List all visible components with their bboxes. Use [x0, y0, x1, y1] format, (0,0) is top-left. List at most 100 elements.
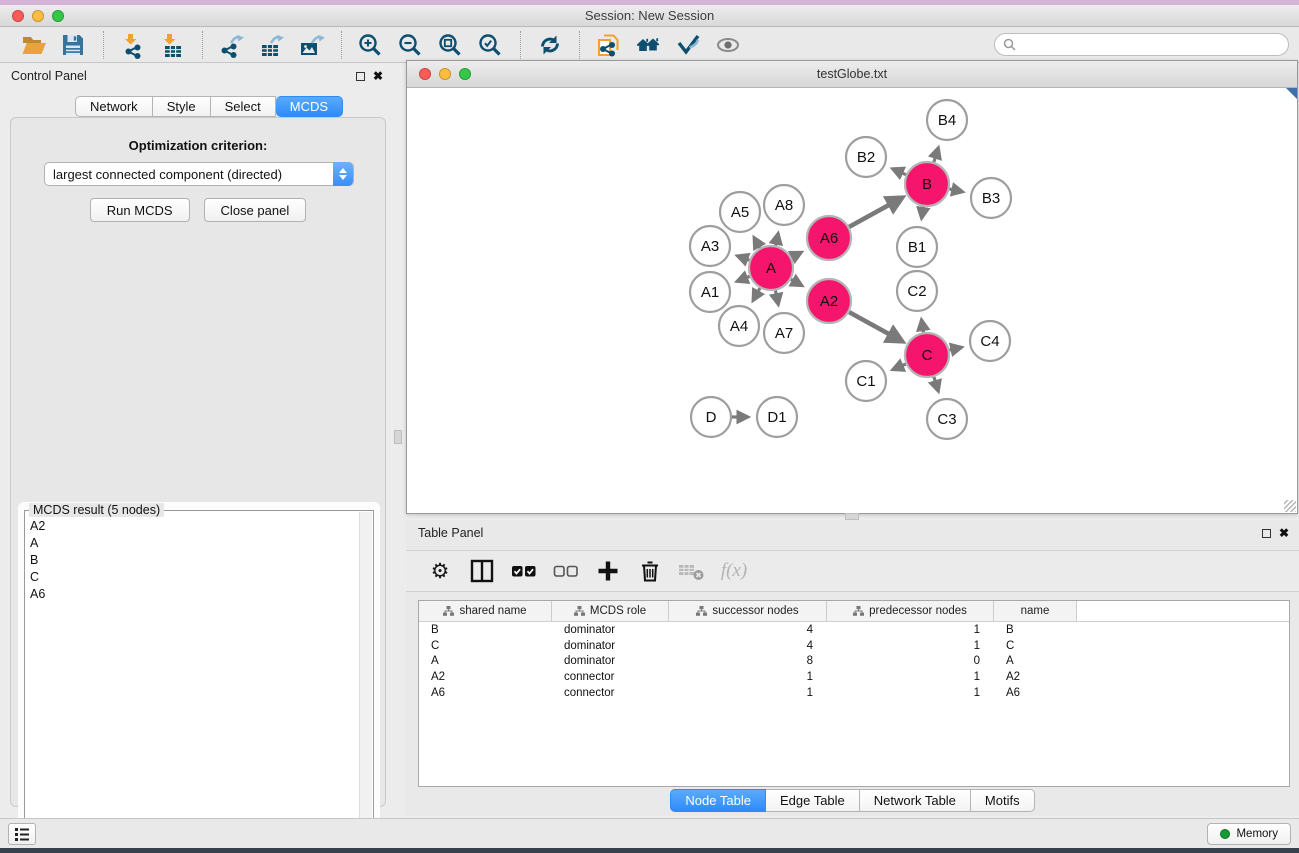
import-network-button[interactable] [113, 30, 153, 60]
close-table-panel-icon[interactable]: ✖ [1279, 528, 1289, 538]
column-header-successor-nodes[interactable]: successor nodes [669, 601, 827, 621]
edge-A-A3[interactable] [737, 256, 749, 260]
float-table-panel-icon[interactable] [1262, 529, 1271, 538]
node-B[interactable]: B [905, 162, 949, 206]
edge-A-A2[interactable] [791, 279, 802, 285]
node-A6[interactable]: A6 [807, 216, 851, 260]
node-A7[interactable]: A7 [764, 313, 804, 353]
node-B3[interactable]: B3 [971, 178, 1011, 218]
edge-C-C2[interactable] [921, 320, 923, 333]
open-session-button[interactable] [14, 30, 54, 60]
edge-A-A1[interactable] [737, 276, 750, 281]
first-neighbors-button[interactable] [629, 30, 669, 60]
create-column-button[interactable] [590, 555, 626, 587]
node-D1[interactable]: D1 [757, 397, 797, 437]
edge-A2-C[interactable] [849, 312, 902, 341]
column-header-predecessor-nodes[interactable]: predecessor nodes [827, 601, 994, 621]
node-A1[interactable]: A1 [690, 272, 730, 312]
edge-B-B3[interactable] [949, 189, 962, 192]
network-window-titlebar[interactable]: testGlobe.txt [407, 61, 1297, 88]
deselect-all-checkboxes-button[interactable] [548, 555, 584, 587]
horizontal-splitter-handle[interactable] [845, 513, 859, 520]
close-panel-icon[interactable]: ✖ [373, 71, 383, 81]
node-B4[interactable]: B4 [927, 100, 967, 140]
tab-network[interactable]: Network [75, 96, 153, 117]
edge-B-B4[interactable] [934, 148, 938, 162]
export-image-button[interactable] [292, 30, 332, 60]
edge-C-C4[interactable] [949, 347, 961, 350]
edge-A-A7[interactable] [776, 291, 779, 305]
window-resize-grip[interactable] [1284, 500, 1296, 512]
network-graph-canvas[interactable]: AA1A2A3A4A5A6A7A8BB1B2B3B4CC1C2C3C4DD1 [407, 88, 1297, 513]
edge-A-A5[interactable] [754, 237, 760, 248]
node-B2[interactable]: B2 [846, 137, 886, 177]
node-B1[interactable]: B1 [897, 227, 937, 267]
search-input[interactable] [1020, 36, 1288, 54]
node-C[interactable]: C [905, 333, 949, 377]
task-history-button[interactable] [8, 823, 36, 845]
memory-button[interactable]: Memory [1207, 823, 1291, 845]
node-A3[interactable]: A3 [690, 226, 730, 266]
birdseye-toggle-icon[interactable] [1286, 88, 1297, 99]
table-settings-button[interactable]: ⚙ [422, 555, 458, 587]
duplicate-network-button[interactable] [589, 30, 629, 60]
column-header-shared-name[interactable]: shared name [419, 601, 552, 621]
zoom-in-button[interactable] [351, 30, 391, 60]
column-header-name[interactable]: name [994, 601, 1077, 621]
edge-A6-B[interactable] [849, 198, 902, 227]
tab-node-table[interactable]: Node Table [670, 789, 766, 812]
vertical-splitter-handle[interactable] [394, 430, 402, 444]
edge-C-C3[interactable] [934, 377, 938, 391]
result-list-item[interactable]: A6 [26, 586, 359, 603]
node-A5[interactable]: A5 [720, 192, 760, 232]
result-list-item[interactable]: C [26, 569, 359, 586]
optimization-criterion-select[interactable]: largest connected component (directed) [44, 162, 354, 186]
show-all-button[interactable] [709, 30, 749, 60]
tab-style[interactable]: Style [153, 96, 211, 117]
save-session-button[interactable] [54, 30, 94, 60]
tab-select[interactable]: Select [211, 96, 276, 117]
delete-columns-button[interactable] [632, 555, 668, 587]
tab-network-table[interactable]: Network Table [860, 789, 971, 812]
node-C1[interactable]: C1 [846, 361, 886, 401]
hide-selected-button[interactable] [669, 30, 709, 60]
edge-C-C1[interactable] [893, 364, 906, 370]
select-all-checkboxes-button[interactable] [506, 555, 542, 587]
edge-A-A8[interactable] [776, 233, 778, 245]
export-table-button[interactable] [252, 30, 292, 60]
zoom-fit-button[interactable] [431, 30, 471, 60]
result-list-item[interactable]: B [26, 552, 359, 569]
node-A[interactable]: A [749, 246, 793, 290]
table-row[interactable]: A6connector11A6 [419, 685, 1289, 701]
table-row[interactable]: A2connector11A2 [419, 669, 1289, 685]
float-panel-icon[interactable] [356, 72, 365, 81]
edge-B-B1[interactable] [922, 207, 924, 219]
result-list-scrollbar[interactable] [359, 512, 372, 842]
edge-A-A6[interactable] [791, 252, 801, 257]
export-network-button[interactable] [212, 30, 252, 60]
close-panel-button[interactable]: Close panel [204, 198, 307, 222]
run-mcds-button[interactable]: Run MCDS [90, 198, 190, 222]
edge-B-B2[interactable] [893, 169, 906, 175]
edge-A-A4[interactable] [753, 288, 760, 300]
tab-motifs[interactable]: Motifs [971, 789, 1035, 812]
node-C2[interactable]: C2 [897, 271, 937, 311]
node-A8[interactable]: A8 [764, 185, 804, 225]
zoom-selected-button[interactable] [471, 30, 511, 60]
column-header-MCDS-role[interactable]: MCDS role [552, 601, 669, 621]
import-table-button[interactable] [153, 30, 193, 60]
table-row[interactable]: Cdominator41C [419, 638, 1289, 654]
tab-mcds[interactable]: MCDS [276, 96, 343, 117]
node-D[interactable]: D [691, 397, 731, 437]
node-C4[interactable]: C4 [970, 321, 1010, 361]
table-row[interactable]: Bdominator41B [419, 622, 1289, 638]
node-C3[interactable]: C3 [927, 399, 967, 439]
result-list-item[interactable]: A [26, 535, 359, 552]
refresh-view-button[interactable] [530, 30, 570, 60]
column-visibility-button[interactable] [464, 555, 500, 587]
zoom-out-button[interactable] [391, 30, 431, 60]
result-list-item[interactable]: A2 [26, 518, 359, 535]
node-A4[interactable]: A4 [719, 306, 759, 346]
table-row[interactable]: Adominator80A [419, 654, 1289, 670]
tab-edge-table[interactable]: Edge Table [766, 789, 860, 812]
